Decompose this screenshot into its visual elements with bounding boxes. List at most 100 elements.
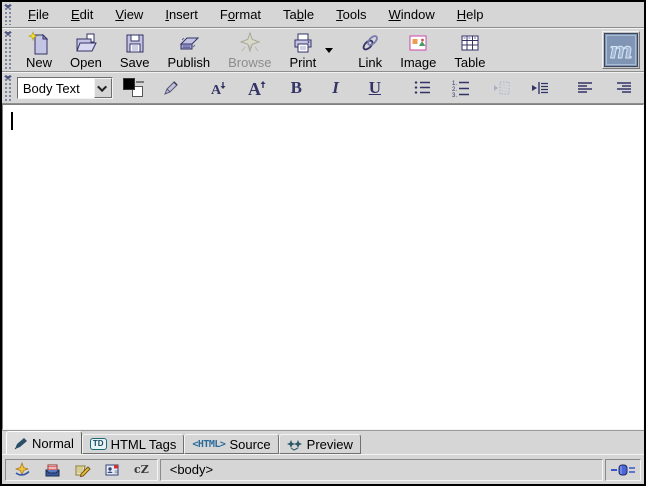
menubar: File Edit View Insert Format Table Tools… xyxy=(2,2,644,28)
align-left-icon xyxy=(575,78,595,98)
menu-table[interactable]: Table xyxy=(272,4,325,25)
save-button-label: Save xyxy=(120,55,150,70)
numbered-list-icon: 1. 2. 3. xyxy=(451,78,471,98)
bold-icon: B xyxy=(291,78,302,98)
menu-format[interactable]: Format xyxy=(209,4,272,25)
numbered-list-button[interactable]: 1. 2. 3. xyxy=(442,75,481,101)
paragraph-format-select[interactable]: Body Text xyxy=(17,77,113,99)
throbber-icon: m xyxy=(604,33,638,67)
navigator-icon[interactable] xyxy=(14,462,31,478)
table-button[interactable]: Table xyxy=(445,30,494,71)
menu-tools[interactable]: Tools xyxy=(325,4,377,25)
underline-icon: U xyxy=(369,78,381,98)
outdent-button[interactable] xyxy=(481,75,520,101)
print-dropdown-arrow[interactable] xyxy=(325,48,333,53)
html-tags-tab-icon: TD xyxy=(90,438,107,450)
source-tab-icon: <HTML> xyxy=(192,439,225,450)
composer-icon[interactable] xyxy=(74,462,91,478)
highlight-icon xyxy=(162,79,180,97)
svg-text:A: A xyxy=(248,79,261,99)
browse-button-label: Browse xyxy=(228,55,271,70)
save-button[interactable]: Save xyxy=(111,30,159,71)
tab-html-tags[interactable]: TD HTML Tags xyxy=(82,434,184,454)
addressbook-icon[interactable] xyxy=(104,462,121,478)
composer-window: File Edit View Insert Format Table Tools… xyxy=(0,0,646,486)
format-toolbar: Body Text A xyxy=(2,72,644,104)
paragraph-format-value: Body Text xyxy=(18,81,94,96)
indent-button[interactable] xyxy=(520,75,559,101)
new-button-label: New xyxy=(26,55,52,70)
paragraph-format-dropdown-button[interactable] xyxy=(94,78,112,98)
publish-icon xyxy=(177,31,201,55)
main-toolbar-grippy[interactable] xyxy=(4,31,13,69)
browse-icon xyxy=(238,31,262,55)
bullet-list-button[interactable] xyxy=(402,75,441,101)
menu-insert[interactable]: Insert xyxy=(154,4,209,25)
menu-help[interactable]: Help xyxy=(446,4,495,25)
component-bar: cZ xyxy=(5,459,158,481)
align-right-button[interactable] xyxy=(605,75,644,101)
chevron-down-icon xyxy=(97,82,107,92)
svg-text:A: A xyxy=(211,83,222,98)
foreground-color-swatch[interactable] xyxy=(123,78,135,90)
new-button[interactable]: New xyxy=(17,30,61,71)
print-icon xyxy=(291,31,315,55)
font-smaller-button[interactable]: A xyxy=(198,75,237,101)
open-button[interactable]: Open xyxy=(61,30,111,71)
link-icon xyxy=(358,31,382,55)
open-folder-icon xyxy=(74,31,98,55)
menu-file[interactable]: File xyxy=(17,4,60,25)
menu-view[interactable]: View xyxy=(104,4,154,25)
preview-tab-icon xyxy=(287,438,303,451)
mail-icon[interactable] xyxy=(44,462,61,478)
font-larger-icon: A xyxy=(246,77,268,99)
align-right-icon xyxy=(614,78,634,98)
online-status-icon[interactable] xyxy=(610,463,636,477)
edit-mode-tabbar: Normal TD HTML Tags <HTML> Source Previe… xyxy=(2,430,644,454)
tab-normal[interactable]: Normal xyxy=(6,431,82,454)
swatch-divider xyxy=(136,81,144,83)
print-button[interactable]: Print xyxy=(280,30,325,71)
tab-preview[interactable]: Preview xyxy=(279,434,361,454)
editor-canvas[interactable] xyxy=(2,104,644,430)
align-left-button[interactable] xyxy=(566,75,605,101)
tab-html-tags-label: HTML Tags xyxy=(111,437,177,452)
highlight-color-button[interactable] xyxy=(159,75,185,101)
link-button-label: Link xyxy=(358,55,382,70)
menubar-grippy[interactable] xyxy=(4,4,13,25)
menu-edit[interactable]: Edit xyxy=(60,4,104,25)
new-page-icon xyxy=(27,31,51,55)
text-color-picker[interactable] xyxy=(123,78,145,98)
statusbar: cZ <body> xyxy=(2,454,644,484)
tab-source-label: Source xyxy=(229,437,270,452)
outdent-icon xyxy=(491,78,511,98)
main-toolbar: New Open Save xyxy=(2,28,644,72)
publish-button[interactable]: Publish xyxy=(158,30,219,71)
tab-preview-label: Preview xyxy=(307,437,353,452)
normal-tab-icon xyxy=(14,437,28,450)
text-caret xyxy=(11,112,13,130)
bullet-list-icon xyxy=(412,78,432,98)
image-icon xyxy=(406,31,430,55)
tab-normal-label: Normal xyxy=(32,436,74,451)
browse-button[interactable]: Browse xyxy=(219,30,280,71)
throbber-button[interactable]: m xyxy=(602,31,640,69)
italic-icon: I xyxy=(332,78,339,98)
italic-button[interactable]: I xyxy=(316,75,355,101)
open-button-label: Open xyxy=(70,55,102,70)
online-status-panel xyxy=(605,459,641,481)
font-larger-button[interactable]: A xyxy=(237,75,276,101)
image-button-label: Image xyxy=(400,55,436,70)
underline-button[interactable]: U xyxy=(355,75,394,101)
chatzilla-icon[interactable]: cZ xyxy=(134,463,149,476)
tab-source[interactable]: <HTML> Source xyxy=(184,434,278,454)
format-toolbar-grippy[interactable] xyxy=(4,75,13,101)
svg-text:m: m xyxy=(609,38,632,64)
bold-button[interactable]: B xyxy=(277,75,316,101)
link-button[interactable]: Link xyxy=(349,30,391,71)
menu-window[interactable]: Window xyxy=(378,4,446,25)
publish-button-label: Publish xyxy=(167,55,210,70)
table-icon xyxy=(458,31,482,55)
image-button[interactable]: Image xyxy=(391,30,445,71)
element-path-text[interactable]: <body> xyxy=(170,462,213,477)
